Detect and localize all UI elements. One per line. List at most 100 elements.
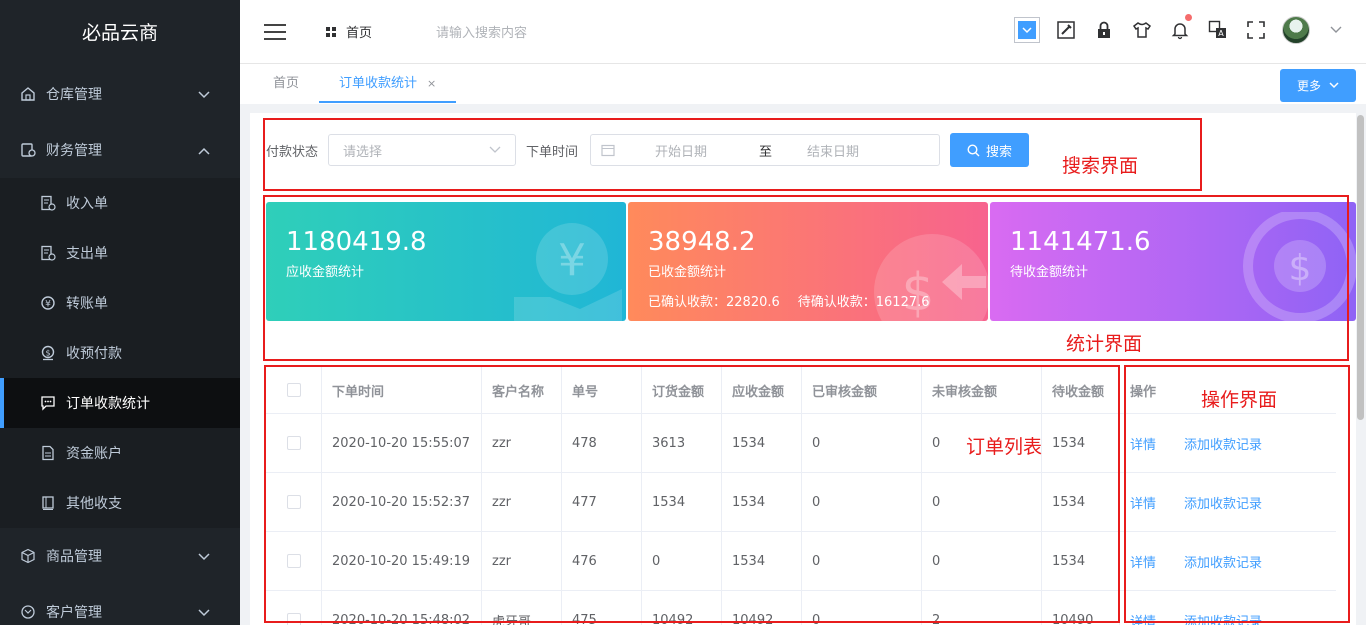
sidebar-item-other[interactable]: 其他收支 (0, 478, 240, 528)
menu-goods[interactable]: 商品管理 (0, 528, 240, 584)
receivable-label: 应收金额统计 (286, 265, 365, 280)
bell-icon[interactable] (1168, 14, 1192, 42)
col-header-audited[interactable]: 已审核金额 (802, 367, 922, 413)
user-avatar[interactable] (1282, 16, 1310, 44)
close-icon[interactable]: × (427, 77, 436, 90)
chevron-down-icon (198, 605, 210, 621)
add-payment-record-link[interactable]: 添加收款记录 (1184, 493, 1262, 512)
cell-order-no: 476 (562, 532, 642, 590)
col-header-order-time[interactable]: 下单时间 (322, 367, 482, 413)
more-button[interactable]: 更多 (1280, 69, 1356, 102)
sidebar-item-income[interactable]: 收入单 (0, 178, 240, 228)
tab-home[interactable]: 首页 (253, 64, 319, 104)
translate-icon[interactable]: A (1206, 18, 1230, 42)
shirt-icon[interactable] (1130, 18, 1154, 42)
cell-actions: 详情 添加收款记录 (1120, 473, 1336, 531)
tabs-bar: 首页 订单收款统计 × 更多 (240, 64, 1366, 104)
add-payment-record-link[interactable]: 添加收款记录 (1184, 552, 1262, 571)
row-checkbox[interactable] (266, 414, 322, 472)
table-row: 2020-10-20 15:52:37 zzr 477 1534 1534 0 … (266, 473, 1336, 532)
cell-customer: 虎牙哥 (482, 591, 562, 625)
header-search-input[interactable]: 请输入搜索内容 (436, 22, 527, 41)
chat-icon (40, 395, 56, 411)
sidebar-item-fund-account[interactable]: 资金账户 (0, 428, 240, 478)
sidebar-item-other-label: 其他收支 (66, 496, 122, 512)
cell-order-time: 2020-10-20 15:55:07 (322, 414, 482, 472)
annotation-label-search: 搜索界面 (1062, 155, 1139, 177)
tools-icon[interactable] (1054, 18, 1078, 42)
end-date-input[interactable]: 结束日期 (807, 141, 859, 160)
menu-warehouse-label: 仓库管理 (46, 87, 102, 103)
sidebar-item-expense[interactable]: 支出单 (0, 228, 240, 278)
stat-card-pending: $ 1141471.6 待收金额统计 (990, 202, 1356, 321)
customer-icon (20, 604, 36, 620)
col-header-unaudited[interactable]: 未审核金额 (922, 367, 1042, 413)
add-payment-record-link[interactable]: 添加收款记录 (1184, 434, 1262, 453)
receipt-icon (40, 195, 56, 211)
cell-actions: 详情 添加收款记录 (1120, 591, 1336, 625)
fullscreen-icon[interactable] (1244, 18, 1268, 42)
sidebar-item-transfer-label: 转账单 (66, 296, 108, 312)
cell-pending: 1534 (1042, 473, 1120, 531)
cube-icon (20, 548, 36, 564)
pending-value: 1141471.6 (1010, 227, 1151, 257)
detail-link[interactable]: 详情 (1130, 552, 1156, 571)
tab-order-stats[interactable]: 订单收款统计 × (319, 64, 457, 104)
add-payment-record-link[interactable]: 添加收款记录 (1184, 611, 1262, 625)
detail-link[interactable]: 详情 (1130, 493, 1156, 512)
dropdown-toggle-icon[interactable] (1014, 17, 1040, 43)
select-all-checkbox[interactable] (266, 367, 322, 413)
cell-order-time: 2020-10-20 15:48:02 (322, 591, 482, 625)
cell-customer: zzr (482, 473, 562, 531)
cell-actions: 详情 添加收款记录 (1120, 532, 1336, 590)
cell-order-amount: 0 (642, 532, 722, 590)
row-checkbox[interactable] (266, 473, 322, 531)
col-header-customer[interactable]: 客户名称 (482, 367, 562, 413)
col-header-order-amount[interactable]: 订货金额 (642, 367, 722, 413)
chevron-down-icon[interactable] (1324, 18, 1348, 42)
cell-audited: 0 (802, 532, 922, 590)
col-header-receivable[interactable]: 应收金额 (722, 367, 802, 413)
cell-audited: 0 (802, 473, 922, 531)
received-label: 已收金额统计 (648, 265, 727, 280)
search-button-label: 搜索 (986, 144, 1013, 160)
menu-finance-label: 财务管理 (46, 143, 102, 159)
col-header-order-no[interactable]: 单号 (562, 367, 642, 413)
hamburger-menu-icon[interactable] (264, 23, 286, 40)
cell-audited: 0 (802, 414, 922, 472)
detail-link[interactable]: 详情 (1130, 611, 1156, 625)
annotation-label-stats: 统计界面 (1066, 333, 1143, 355)
menu-customers[interactable]: 客户管理 (0, 584, 240, 625)
payment-status-select[interactable]: 请选择 (328, 134, 517, 166)
sidebar-item-transfer[interactable]: ¥ 转账单 (0, 278, 240, 328)
received-value: 38948.2 (648, 227, 756, 257)
lock-icon[interactable] (1092, 18, 1116, 42)
row-checkbox[interactable] (266, 532, 322, 590)
page-scrollbar[interactable] (1357, 115, 1364, 420)
sidebar-item-order-stats[interactable]: 订单收款统计 (0, 378, 240, 428)
detail-link[interactable]: 详情 (1130, 434, 1156, 453)
table-row: 2020-10-20 15:48:02 虎牙哥 475 10492 10492 … (266, 591, 1336, 625)
annotation-label-list: 订单列表 (966, 436, 1043, 458)
sidebar-item-prepayment-label: 收预付款 (66, 346, 122, 362)
filter-row: 付款状态 请选择 下单时间 开始日期 至 结束日期 搜索 (266, 133, 1030, 167)
notification-dot (1185, 14, 1192, 21)
breadcrumb[interactable]: 首页 (326, 22, 372, 41)
stat-card-received: $ 38948.2 已收金额统计 已确认收款：22820.6 待确认收款：1612… (628, 202, 988, 321)
row-checkbox[interactable] (266, 591, 322, 625)
cell-actions: 详情 添加收款记录 (1120, 414, 1336, 472)
search-button[interactable]: 搜索 (950, 133, 1030, 167)
start-date-input[interactable]: 开始日期 (655, 141, 735, 160)
grid-icon (326, 26, 336, 37)
search-icon (967, 143, 980, 156)
col-header-pending[interactable]: 待收金额 (1042, 367, 1120, 413)
payment-status-label: 付款状态 (266, 144, 319, 160)
coin-icon: $ (40, 345, 56, 361)
menu-warehouse[interactable]: 仓库管理 (0, 66, 240, 122)
top-header: 首页 请输入搜索内容 A (240, 0, 1366, 64)
menu-finance[interactable]: 财务管理 (0, 122, 240, 178)
date-range-picker[interactable]: 开始日期 至 结束日期 (590, 134, 941, 166)
brand-title: 必品云商 (81, 22, 158, 44)
sidebar-item-prepayment[interactable]: $ 收预付款 (0, 328, 240, 378)
sidebar-item-order-stats-label: 订单收款统计 (66, 396, 150, 412)
